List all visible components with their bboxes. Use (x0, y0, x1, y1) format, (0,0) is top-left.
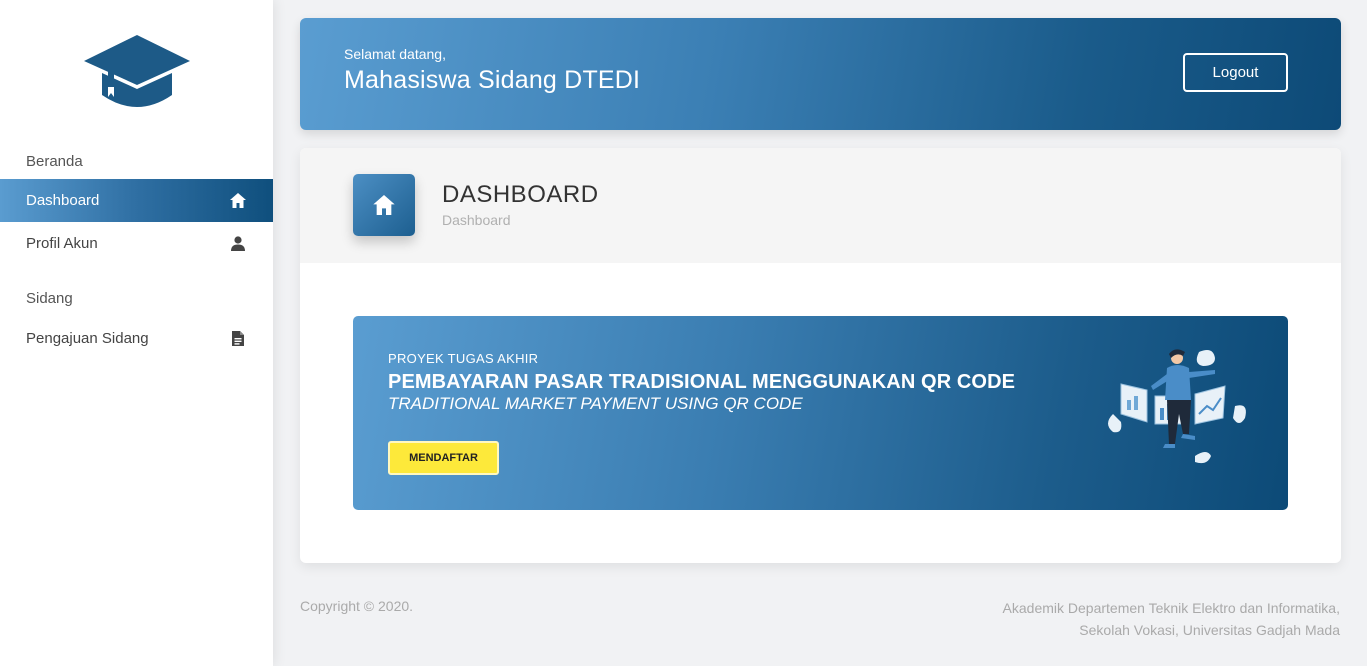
user-name: Mahasiswa Sidang DTEDI (344, 66, 641, 94)
copyright-text: Copyright © 2020. (300, 598, 414, 614)
sidebar-item-profil-akun[interactable]: Profil Akun (0, 222, 273, 265)
document-icon (229, 330, 247, 348)
user-icon (229, 235, 247, 253)
sidebar-item-dashboard[interactable]: Dashboard (0, 179, 273, 222)
institution-line-2: Sekolah Vokasi, Universitas Gadjah Mada (1079, 622, 1340, 638)
institution-line-1: Akademik Departemen Teknik Elektro dan I… (1002, 600, 1340, 616)
breadcrumb: Dashboard (442, 212, 511, 228)
sidebar-item-label: Pengajuan Sidang (26, 330, 149, 347)
project-title: PEMBAYARAN PASAR TRADISIONAL MENGGUNAKAN… (388, 371, 1016, 393)
register-button[interactable]: MENDAFTAR (388, 441, 499, 475)
page-header: DASHBOARD Dashboard (300, 148, 1341, 263)
page-title: DASHBOARD (442, 181, 599, 208)
greeting-text: Selamat datang, (344, 46, 446, 62)
sidebar-section-sidang: Sidang (26, 290, 73, 307)
welcome-header: Selamat datang, Mahasiswa Sidang DTEDI L… (300, 18, 1341, 130)
sidebar: Beranda Dashboard Profil Akun Sidang Pen… (0, 0, 273, 666)
project-title-english: TRADITIONAL MARKET PAYMENT USING QR CODE (388, 394, 803, 413)
presenter-illustration (1103, 344, 1253, 484)
home-icon (353, 174, 415, 236)
graduation-cap-icon[interactable] (82, 33, 192, 113)
sidebar-section-beranda: Beranda (26, 153, 83, 170)
project-label: PROYEK TUGAS AKHIR (388, 351, 539, 366)
project-banner: PROYEK TUGAS AKHIR PEMBAYARAN PASAR TRAD… (353, 316, 1288, 510)
sidebar-item-pengajuan-sidang[interactable]: Pengajuan Sidang (0, 317, 273, 360)
home-icon (229, 192, 247, 210)
sidebar-item-label: Profil Akun (26, 235, 98, 252)
dashboard-card: DASHBOARD Dashboard PROYEK TUGAS AKHIR P… (300, 148, 1341, 563)
logout-button[interactable]: Logout (1183, 53, 1288, 92)
institution-text: Akademik Departemen Teknik Elektro dan I… (1003, 597, 1340, 641)
sidebar-item-label: Dashboard (26, 192, 100, 209)
